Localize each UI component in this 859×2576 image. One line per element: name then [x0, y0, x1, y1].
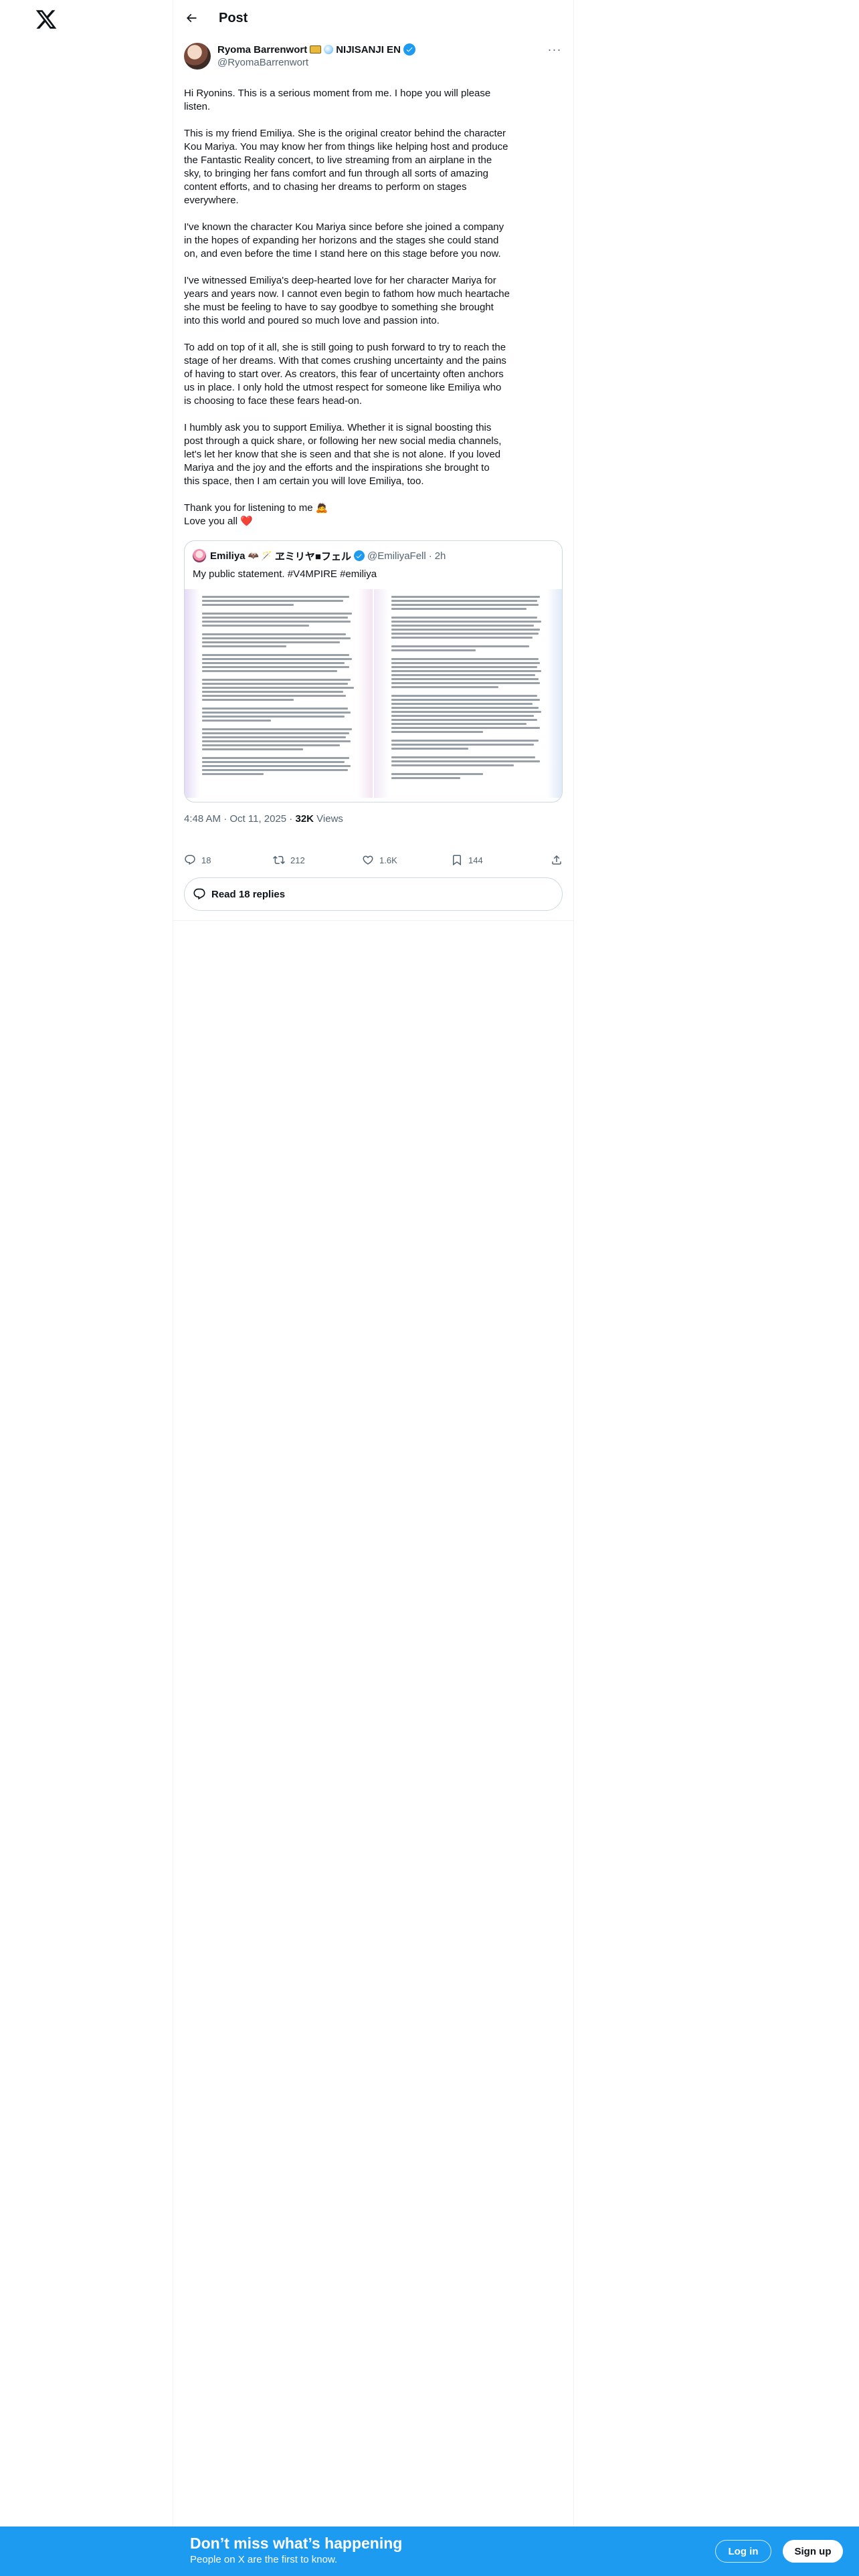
quoted-author-name-suffix: ヱミリヤ■フェル: [274, 550, 351, 562]
quoted-tweet-header: Emiliya 🦇 🪄 ヱミリヤ■フェル @EmiliyaFell · 2h: [185, 541, 562, 564]
tweet-paragraph: I've witnessed Emiliya's deep-hearted lo…: [184, 274, 563, 328]
action-bar: 18 212 1.6K 144: [184, 853, 563, 867]
tweet-paragraph: Thank you for listening to me 🙇 Love you …: [184, 502, 563, 528]
quoted-author-name: Emiliya: [210, 550, 246, 562]
page-title: Post: [219, 10, 248, 25]
x-logo-icon[interactable]: [35, 8, 58, 31]
tweet-line: content efforts, and to chasing her drea…: [184, 181, 467, 193]
repost-button[interactable]: 212: [273, 854, 362, 866]
tweet-line: is choosing to face these fears head-on.: [184, 395, 363, 407]
tweet-line: of having to start over. As creators, th…: [184, 368, 504, 380]
author-name[interactable]: Ryoma Barrenwort: [217, 44, 307, 56]
reply-count: 18: [201, 855, 211, 865]
views-label: Views: [314, 813, 343, 825]
statement-text-block: [202, 596, 355, 791]
like-count: 1.6K: [379, 855, 397, 865]
statement-image-2[interactable]: [374, 589, 562, 798]
tweet-line: Hi Ryonins. This is a serious moment fro…: [184, 88, 491, 99]
tweet-line: this space, then I am certain you will l…: [184, 475, 424, 487]
signup-button[interactable]: Sign up: [783, 2540, 843, 2563]
tweet-line: I've witnessed Emiliya's deep-hearted lo…: [184, 275, 496, 286]
author-row: Ryoma Barrenwort NIJISANJI EN @RyomaBarr…: [184, 43, 563, 72]
read-replies-label: Read 18 replies: [211, 888, 286, 900]
tweet-line: in the hopes of expanding her horizons a…: [184, 235, 499, 246]
quoted-media: [185, 589, 562, 798]
like-button[interactable]: 1.6K: [362, 854, 451, 866]
statement-text-block: [391, 596, 545, 791]
quoted-tweet[interactable]: Emiliya 🦇 🪄 ヱミリヤ■フェル @EmiliyaFell · 2h M…: [184, 540, 563, 802]
verified-badge-icon: [353, 550, 365, 561]
tweet-line: she must be feeling to have to say goodb…: [184, 302, 494, 313]
quoted-handle: @EmiliyaFell: [367, 550, 426, 562]
author-handle[interactable]: @RyomaBarrenwort: [217, 56, 547, 70]
divider: [173, 920, 573, 921]
tweet-line: I've known the character Kou Mariya sinc…: [184, 221, 504, 233]
quoted-text: My public statement. #V4MPIRE #emiliya: [193, 568, 377, 580]
tweet-line: sky, to bringing her fans comfort and fu…: [184, 168, 488, 179]
tweet-line: This is my friend Emiliya. She is the or…: [184, 128, 506, 139]
card-emoji-icon: [310, 45, 322, 53]
repost-count: 212: [290, 855, 305, 865]
tweet-line: listen.: [184, 101, 211, 112]
tweet-line: let's let her know that she is seen and …: [184, 449, 501, 460]
verified-badge-icon: [403, 43, 415, 56]
quoted-avatar: [193, 549, 206, 562]
more-options-icon[interactable]: ···: [547, 43, 563, 56]
author-info: Ryoma Barrenwort NIJISANJI EN @RyomaBarr…: [217, 43, 547, 70]
tweet-paragraph: I humbly ask you to support Emiliya. Whe…: [184, 421, 563, 488]
reply-button[interactable]: 18: [184, 854, 273, 866]
post-header: Post: [173, 0, 573, 36]
tweet: Ryoma Barrenwort NIJISANJI EN @RyomaBarr…: [173, 36, 573, 921]
tweet-line: Kou Mariya. You may know her from things…: [184, 141, 508, 152]
reply-icon: [185, 855, 195, 865]
avatar[interactable]: [184, 43, 211, 70]
tweet-line: us in place. I only hold the utmost resp…: [184, 382, 502, 393]
tweet-line: Mariya and the joy and the efforts and t…: [184, 462, 490, 473]
bookmark-button[interactable]: 144: [451, 854, 540, 866]
author-name-row[interactable]: Ryoma Barrenwort NIJISANJI EN: [217, 43, 547, 56]
reply-bubble-icon: [193, 888, 205, 900]
sparkle-emoji-icon: 🪄: [261, 550, 272, 560]
tweet-line: into this world and poured so much love …: [184, 315, 440, 326]
heart-icon: [363, 855, 373, 865]
post-timestamp[interactable]: 4:48 AM · Oct 11, 2025 ·: [184, 813, 295, 825]
banner-title: Don’t miss what’s happening: [190, 2535, 403, 2552]
tweet-text: Hi Ryonins. This is a serious moment fro…: [184, 87, 563, 528]
views-count: 32K: [295, 813, 314, 825]
tweet-line: on, and even before the time I stand her…: [184, 248, 501, 259]
bookmark-count: 144: [468, 855, 483, 865]
share-button[interactable]: [551, 854, 563, 866]
signup-banner: Don’t miss what’s happening People on X …: [0, 2527, 859, 2576]
back-arrow-icon[interactable]: [184, 11, 199, 25]
tweet-paragraph: This is my friend Emiliya. She is the or…: [184, 127, 563, 207]
tweet-paragraph: To add on top of it all, she is still go…: [184, 341, 563, 408]
repost-icon: [273, 855, 285, 865]
tweet-line: To add on top of it all, she is still go…: [184, 342, 506, 353]
tweet-line: Thank you for listening to me 🙇: [184, 502, 328, 514]
tweet-line: years and years now. I cannot even begin…: [184, 288, 510, 300]
login-button[interactable]: Log in: [715, 2540, 771, 2563]
orb-emoji-icon: [324, 45, 334, 54]
quoted-time: 2h: [434, 550, 446, 562]
tweet-line: stage of her dreams. With that comes cru…: [184, 355, 506, 366]
tweet-line: post through a quick share, or following…: [184, 435, 502, 447]
post-meta: 4:48 AM · Oct 11, 2025 · 32K Views: [184, 813, 563, 827]
read-replies-button[interactable]: Read 18 replies: [184, 877, 563, 911]
tweet-paragraph: I've known the character Kou Mariya sinc…: [184, 221, 563, 261]
main-column: Post Ryoma Barrenwort NIJISANJI EN @Ryom…: [173, 0, 574, 2576]
tweet-line: everywhere.: [184, 195, 239, 206]
banner-text: Don’t miss what’s happening People on X …: [190, 2533, 402, 2567]
bookmark-icon: [453, 855, 461, 866]
tweet-paragraph: Hi Ryonins. This is a serious moment fro…: [184, 87, 563, 114]
share-icon: [552, 855, 561, 865]
tweet-line: Love you all ❤️: [184, 516, 253, 527]
tweet-line: I humbly ask you to support Emiliya. Whe…: [184, 422, 492, 433]
bat-emoji-icon: 🦇: [248, 550, 259, 560]
statement-image-1[interactable]: [185, 589, 373, 798]
tweet-line: the Fantastic Reality concert, to live s…: [184, 154, 492, 166]
author-affiliation[interactable]: NIJISANJI EN: [336, 44, 401, 56]
banner-subtitle: People on X are the first to know.: [190, 2554, 338, 2565]
